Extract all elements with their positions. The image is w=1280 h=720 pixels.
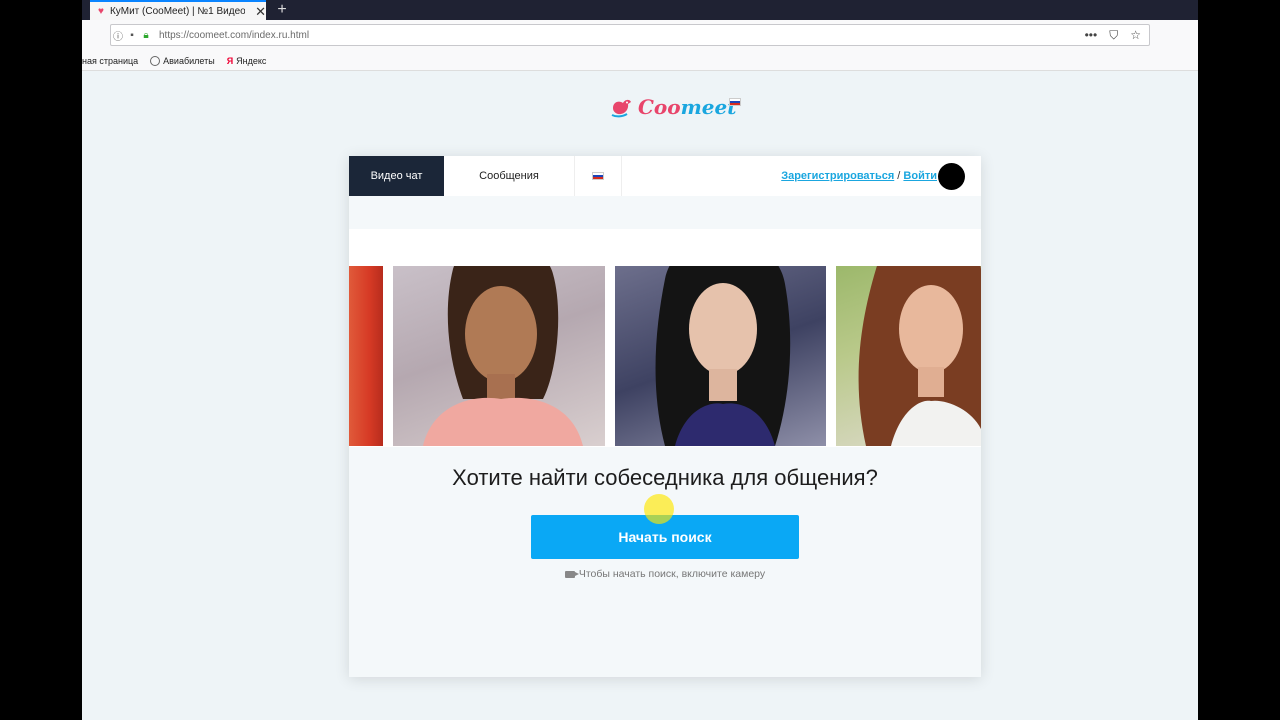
tab-title: КуМит (CooMeet) | №1 Видео (109, 5, 246, 17)
pocket-icon[interactable]: ⛉ (1109, 28, 1118, 43)
photo-gallery (349, 229, 981, 447)
camera-icon (564, 570, 579, 578)
browser-window: ♥ КуМит (CooMeet) | №1 Видео ✕ + ⓘ ▪ 🔒︎ … (82, 0, 1198, 720)
gallery-photo (836, 266, 981, 446)
bookmark-aviabilety[interactable]: Авиабилеты (150, 56, 215, 67)
browser-tab[interactable]: ♥ КуМит (CooMeet) | №1 Видео ✕ (90, 0, 266, 20)
close-icon[interactable]: ✕ (255, 5, 266, 18)
gallery-photo (349, 266, 383, 446)
bookmark-home[interactable]: ная страница (82, 56, 138, 66)
info-icon[interactable]: ⓘ (111, 28, 125, 43)
lock-icon: 🔒︎ (143, 29, 149, 41)
card-nav: Видео чат Сообщения Зарегистрироваться /… (349, 156, 981, 196)
register-link[interactable]: Зарегистрироваться (781, 170, 894, 182)
login-link[interactable]: Войти (903, 170, 937, 182)
site-logo[interactable]: Coomeet (610, 95, 736, 119)
russia-flag-icon[interactable] (729, 98, 741, 106)
page-content: Coomeet Видео чат Сообщения Зарегистриро… (82, 71, 1198, 720)
language-selector[interactable] (574, 156, 622, 196)
gallery-photo (393, 266, 605, 446)
new-tab-button[interactable]: + (272, 0, 292, 20)
tab-favicon-icon: ♥ (98, 5, 104, 17)
bookmark-star-icon[interactable]: ☆ (1130, 28, 1141, 43)
camera-hint-text: Чтобы начать поиск, включите камеру (578, 568, 766, 580)
bookmarks-bar: ная страница Авиабилеты Я Яндекс (82, 52, 1198, 71)
globe-icon (150, 56, 161, 67)
tab-bar: ♥ КуМит (CooMeet) | №1 Видео ✕ + (82, 0, 1198, 20)
cursor-highlight (644, 494, 674, 524)
logo-text-coo: Coo (638, 95, 681, 119)
page-icon: ▪ (130, 29, 134, 41)
bookmark-yandex[interactable]: Я Яндекс (227, 56, 267, 66)
yandex-icon: Я (226, 56, 234, 66)
tab-video-chat[interactable]: Видео чат (349, 156, 444, 196)
search-question: Хотите найти собеседника для общения? (452, 465, 878, 490)
more-icon[interactable]: ••• (1085, 28, 1098, 43)
russia-flag-icon (592, 172, 604, 180)
gallery-photo (615, 266, 826, 446)
url-text[interactable]: https://coomeet.com/index.ru.html (159, 30, 309, 41)
address-bar[interactable]: ⓘ ▪ 🔒︎ https://coomeet.com/index.ru.html… (110, 24, 1150, 46)
camera-hint: Чтобы начать поиск, включите камеру (349, 568, 981, 580)
navigation-bar: ⓘ ▪ 🔒︎ https://coomeet.com/index.ru.html… (82, 20, 1198, 52)
auth-links: Зарегистрироваться / Войти (781, 170, 937, 182)
bird-logo-icon (611, 99, 631, 118)
avatar[interactable] (938, 163, 965, 190)
main-card: Видео чат Сообщения Зарегистрироваться /… (349, 156, 981, 677)
tab-messages[interactable]: Сообщения (444, 156, 574, 196)
